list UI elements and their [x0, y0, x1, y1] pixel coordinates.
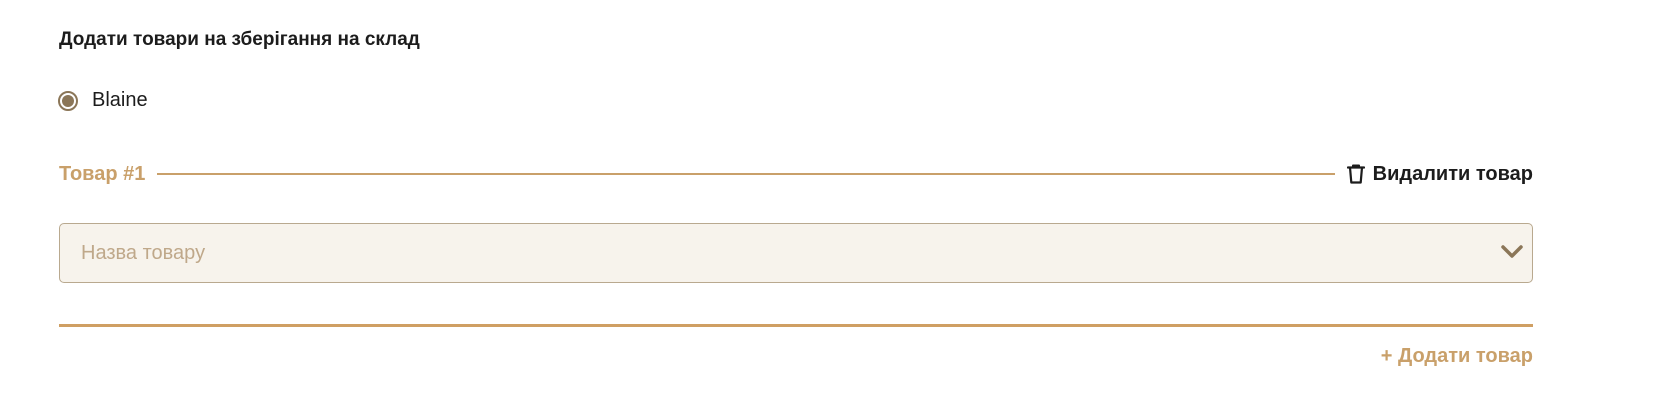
trash-icon	[1346, 164, 1365, 184]
section-divider	[59, 324, 1533, 327]
storage-form: Додати товари на зберігання на склад Bla…	[0, 0, 1658, 407]
radio-selected-dot	[62, 94, 74, 107]
delete-item-label: Видалити товар	[1372, 162, 1533, 185]
radio-option-blaine[interactable]: Blaine	[58, 89, 148, 112]
radio-button[interactable]	[58, 90, 78, 111]
chevron-down-icon[interactable]	[1500, 243, 1524, 266]
item-header: Товар #1 Видалити товар	[59, 161, 1533, 187]
product-name-placeholder: Назва товару	[81, 241, 206, 264]
product-name-select[interactable]: Назва товару	[59, 223, 1533, 283]
delete-item-button[interactable]: Видалити товар	[1346, 162, 1533, 186]
section-title: Додати товари на зберігання на склад	[59, 29, 420, 50]
radio-label: Blaine	[92, 89, 148, 111]
item-header-line	[157, 173, 1335, 175]
add-item-button[interactable]: + Додати товар	[1381, 345, 1533, 368]
item-title: Товар #1	[59, 162, 146, 185]
